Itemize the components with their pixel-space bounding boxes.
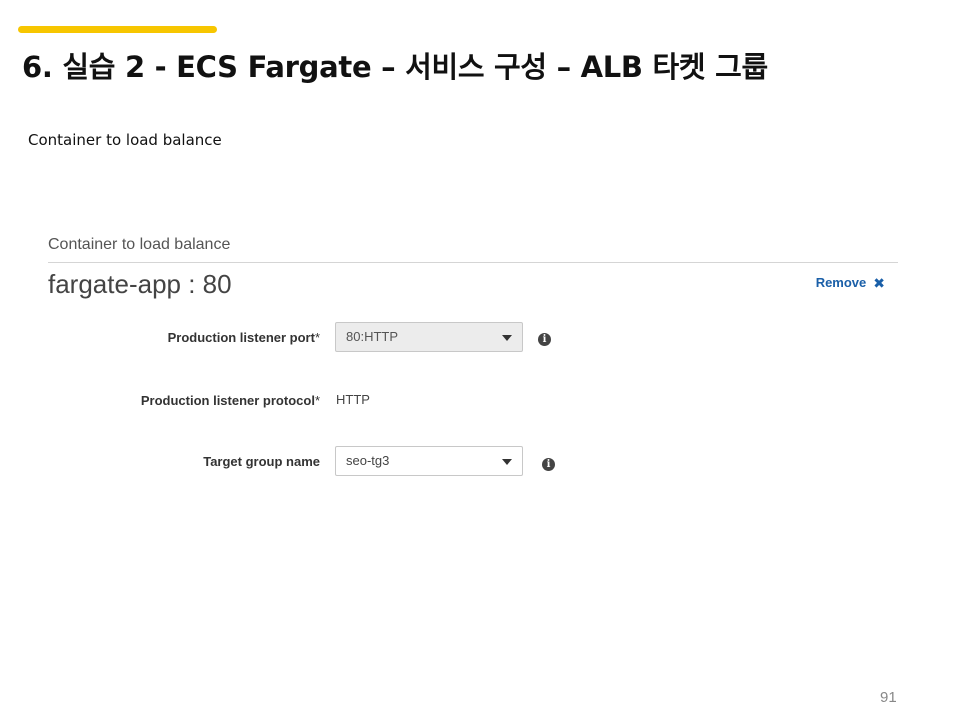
listener-port-label: Production listener port* — [167, 330, 320, 345]
remove-label: Remove — [815, 275, 867, 290]
target-group-value: seo-tg3 — [346, 453, 390, 468]
listener-protocol-value: HTTP — [336, 392, 370, 407]
chevron-down-icon — [502, 459, 512, 465]
info-icon[interactable]: i — [538, 333, 551, 346]
remove-button[interactable]: Remove ✖ — [816, 275, 885, 290]
target-group-label: Target group name — [203, 454, 320, 469]
slide-title: 6. 실습 2 - ECS Fargate – 서비스 구성 – ALB 타켓 … — [22, 50, 768, 84]
target-group-select[interactable]: seo-tg3 — [335, 446, 523, 476]
panel-divider — [48, 262, 898, 263]
listener-protocol-row: Production listener protocol* HTTP — [48, 385, 648, 417]
listener-port-row: Production listener port* 80:HTTP i — [48, 322, 648, 354]
info-icon[interactable]: i — [542, 458, 555, 471]
accent-bar — [18, 26, 217, 33]
container-name: fargate-app : 80 — [48, 269, 232, 299]
panel-label: Container to load balance — [48, 236, 231, 253]
listener-protocol-label: Production listener protocol* — [140, 393, 320, 408]
listener-port-select[interactable]: 80:HTTP — [335, 322, 523, 352]
close-x-icon: ✖ — [873, 274, 885, 291]
page-number: 91 — [880, 689, 897, 706]
slide-subtitle: Container to load balance — [28, 131, 222, 149]
target-group-row: Target group name seo-tg3 i — [48, 446, 648, 478]
chevron-down-icon — [502, 335, 512, 341]
load-balance-panel: Container to load balance fargate-app : … — [48, 233, 898, 503]
listener-port-value: 80:HTTP — [346, 329, 399, 344]
